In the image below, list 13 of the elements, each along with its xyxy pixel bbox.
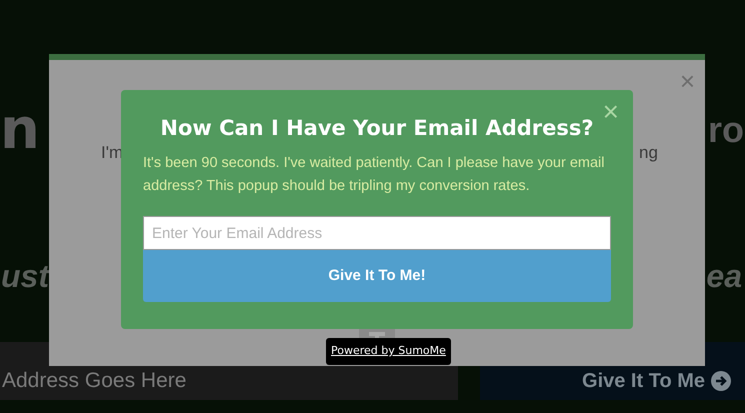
arrow-circle-icon	[711, 371, 731, 391]
page-heading: ro	[708, 112, 744, 148]
email-field[interactable]: Enter Your Email Address	[143, 216, 611, 250]
page-subheading: ea	[706, 260, 742, 292]
submit-button[interactable]: Give It To Me!	[143, 250, 611, 302]
popup-title: Now Can I Have Your Email Address?	[159, 115, 595, 142]
page-heading: n	[0, 102, 40, 158]
modal-text: ng	[639, 142, 658, 164]
page-subheading: ust	[1, 260, 49, 292]
close-button[interactable]: ×	[602, 98, 619, 126]
popup-message: It's been 90 seconds. I've waited patiently. Can I please have your email address? This popup should be tripling my conversion rates.	[143, 154, 606, 196]
close-button[interactable]: ×	[680, 68, 695, 94]
powered-by-link[interactable]: Powered by SumoMe	[326, 338, 451, 364]
